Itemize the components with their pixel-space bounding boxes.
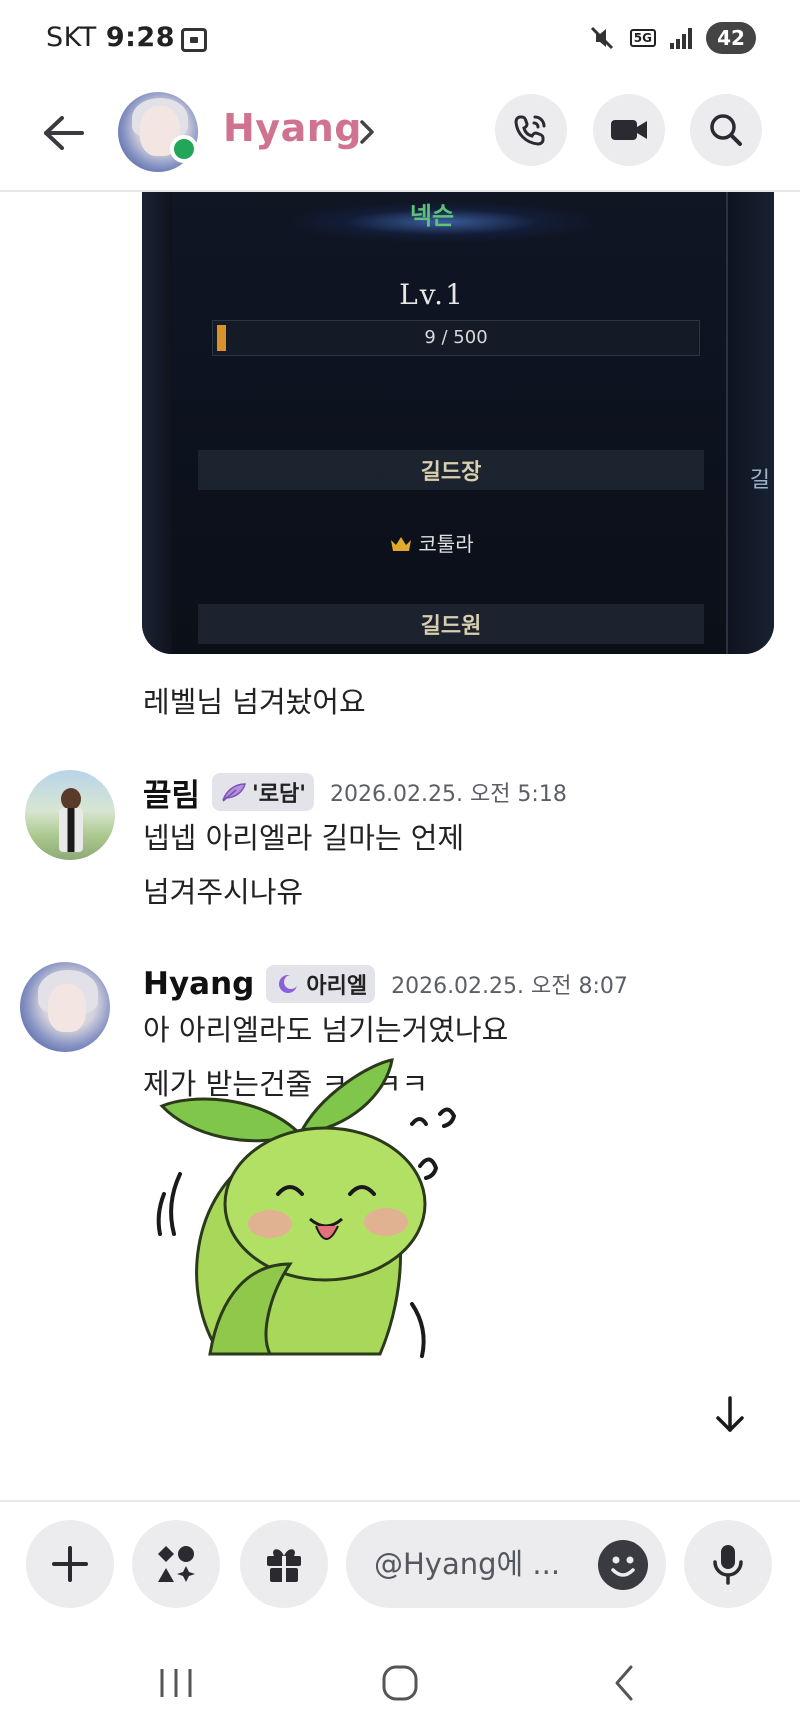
message-text: 넵넵 아리엘라 길마는 언제 bbox=[143, 821, 465, 855]
system-navigation-bar bbox=[0, 1630, 800, 1733]
message-header: Hyang 아리엘 2026.02.25. 오전 8:07 bbox=[143, 962, 628, 1006]
arrow-left-icon bbox=[44, 116, 84, 150]
feather-icon bbox=[222, 783, 247, 802]
role-badge[interactable]: 아리엘 bbox=[266, 965, 376, 1003]
home-button[interactable] bbox=[370, 1658, 430, 1708]
status-bar: SKT 9:28 5G 42 bbox=[0, 0, 800, 80]
apps-icon bbox=[158, 1546, 195, 1582]
xp-progress-bar: 9 / 500 bbox=[212, 320, 700, 356]
recents-icon bbox=[160, 1669, 192, 1697]
search-icon bbox=[710, 114, 742, 146]
message-text: 레벨님 넘겨놨어요 bbox=[143, 685, 366, 719]
video-call-button[interactable] bbox=[593, 94, 665, 166]
role-label: 아리엘 bbox=[306, 974, 368, 999]
smiley-icon bbox=[611, 1556, 635, 1577]
search-button[interactable] bbox=[690, 94, 762, 166]
avatar[interactable] bbox=[20, 962, 110, 1052]
back-button[interactable] bbox=[38, 108, 88, 158]
avatar[interactable] bbox=[25, 770, 115, 860]
sticker-image[interactable] bbox=[150, 1054, 490, 1394]
clock: 9:28 bbox=[105, 22, 176, 53]
plus-icon bbox=[52, 1546, 88, 1582]
leader-section-label: 길드장 bbox=[198, 450, 704, 490]
guild-name: 넥슨 bbox=[409, 202, 455, 230]
apps-button[interactable] bbox=[132, 1520, 220, 1608]
timestamp: 2026.02.25. 오전 8:07 bbox=[391, 974, 628, 999]
message-input-container[interactable] bbox=[346, 1520, 666, 1608]
online-status-dot bbox=[170, 135, 198, 163]
emoji-button[interactable] bbox=[598, 1540, 648, 1590]
video-camera-icon bbox=[611, 120, 647, 140]
guild-level: Lv.1 bbox=[399, 278, 465, 311]
leader-name: 코툴라 bbox=[418, 532, 474, 556]
network-indicator: 5G bbox=[629, 29, 656, 47]
moon-orb-icon bbox=[279, 975, 299, 993]
battery-indicator: 42 bbox=[706, 22, 756, 54]
role-label: '로담' bbox=[252, 782, 306, 807]
add-attachment-button[interactable] bbox=[26, 1520, 114, 1608]
image-attachment[interactable]: 넥슨 Lv.1 9 / 500 길드장 길 코툴라 길드원 bbox=[142, 192, 774, 654]
voice-call-button[interactable] bbox=[495, 94, 567, 166]
signal-icon bbox=[670, 27, 692, 49]
message-header: 끌림 '로담' 2026.02.25. 오전 5:18 bbox=[143, 770, 567, 814]
crown-icon bbox=[391, 537, 412, 551]
message-input[interactable] bbox=[374, 1520, 594, 1608]
timestamp: 2026.02.25. 오전 5:18 bbox=[330, 782, 567, 807]
message-list[interactable]: 넥슨 Lv.1 9 / 500 길드장 길 코툴라 길드원 레벨님 넘겨놨어요 … bbox=[0, 192, 800, 1500]
chevron-right-icon[interactable] bbox=[356, 114, 380, 150]
message-text: 아 아리엘라도 넘기는거였나요 bbox=[143, 1013, 509, 1047]
gift-icon bbox=[267, 1549, 301, 1582]
channel-title[interactable]: Hyang bbox=[223, 106, 362, 150]
chevron-left-icon bbox=[615, 1665, 633, 1701]
leader-entry: 코툴라 bbox=[142, 528, 722, 557]
gift-button[interactable] bbox=[240, 1520, 328, 1608]
member-section-label: 길드원 bbox=[198, 604, 704, 644]
microphone-icon bbox=[713, 1545, 743, 1585]
voice-message-button[interactable] bbox=[684, 1520, 772, 1608]
arrow-down-icon[interactable] bbox=[708, 1392, 752, 1436]
role-badge[interactable]: '로담' bbox=[212, 773, 314, 811]
username[interactable]: Hyang bbox=[143, 966, 254, 1002]
xp-progress-text: 9 / 500 bbox=[424, 327, 488, 348]
status-carrier-time: SKT 9:28 bbox=[46, 22, 175, 53]
side-label: 길 bbox=[749, 468, 770, 493]
channel-header: Hyang bbox=[0, 80, 800, 192]
screen-capture-icon bbox=[181, 28, 207, 52]
recent-apps-button[interactable] bbox=[146, 1658, 206, 1708]
message-composer bbox=[0, 1500, 800, 1630]
username[interactable]: 끌림 bbox=[143, 770, 200, 815]
status-icons: 5G 42 bbox=[588, 22, 756, 54]
home-icon bbox=[382, 1665, 418, 1701]
carrier-label: SKT bbox=[46, 22, 97, 53]
phone-icon bbox=[514, 115, 546, 146]
message-text: 넘겨주시나유 bbox=[143, 875, 304, 909]
mute-icon bbox=[590, 26, 613, 50]
system-back-button[interactable] bbox=[594, 1658, 654, 1708]
